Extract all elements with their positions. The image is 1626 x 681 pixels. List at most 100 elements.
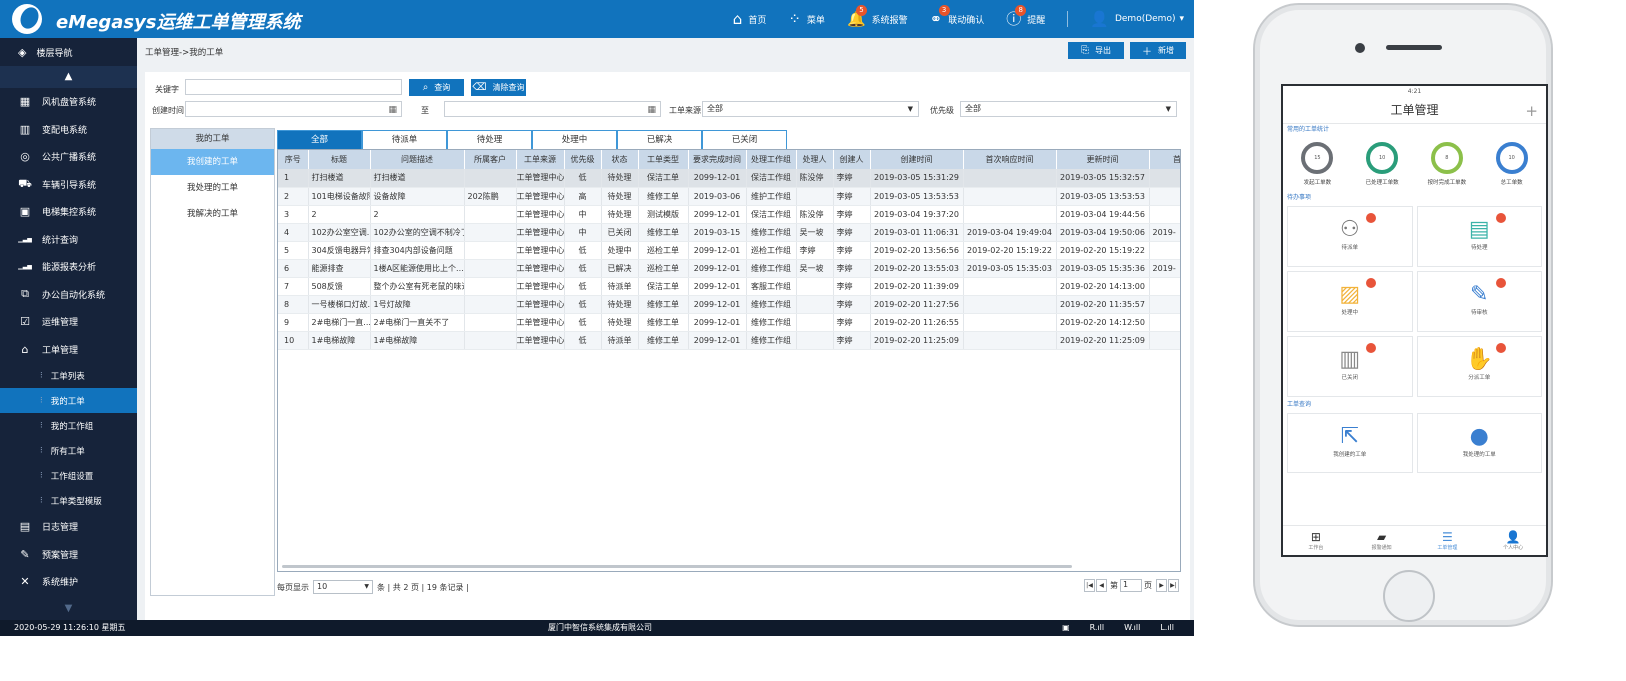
phone-task-3[interactable]: ✎ 待审核 bbox=[1416, 271, 1542, 332]
table-row[interactable]: 4 102办公室空调... 102办公室的空调不制冷了 工单管理中心中已关闭 维修工单 2… bbox=[278, 223, 1180, 242]
table-row[interactable]: 9 2#电梯门一直... 2#电梯门一直关不了 工单管理中心低待处理 维修工单 2099-… bbox=[278, 313, 1180, 332]
tab-5[interactable]: 已关闭 bbox=[702, 130, 787, 149]
priority-select[interactable]: 全部 ▼ bbox=[960, 101, 1177, 117]
phone-task-2[interactable]: ▨ 处理中 bbox=[1287, 271, 1413, 332]
per-page-select[interactable]: 10 ▼ bbox=[313, 580, 373, 594]
phone-query-0[interactable]: ⇱ 我创建的工单 bbox=[1287, 413, 1413, 473]
phone-task-0[interactable]: ⚇ 待派单 bbox=[1287, 206, 1413, 267]
nav-item-3[interactable]: ⚭ 3 联动确认 bbox=[930, 4, 984, 27]
scroll-down-icon[interactable]: ▼ bbox=[0, 598, 137, 620]
table-row[interactable]: 2 101电梯设备故障 设备故障 202陈鹏 工单管理中心高待处理 维修工单 2019-03… bbox=[278, 187, 1180, 206]
table-row[interactable]: 3 2 2 工单管理中心中待处理 测试模版 2099-12-01 保洁工作组 陈没停 李婷 201… bbox=[278, 205, 1180, 224]
phone-tab-3[interactable]: 👤 个人中心 bbox=[1480, 526, 1546, 555]
sidebar-subitem-5[interactable]: ⁝ 工单类型模版 bbox=[0, 488, 137, 513]
phone-task-5[interactable]: ✋ 分派工单 bbox=[1416, 336, 1542, 397]
floor-nav[interactable]: ◈ 楼层导航 bbox=[0, 38, 137, 66]
next-page-icon[interactable]: ▶ bbox=[1156, 579, 1167, 592]
first-page-icon[interactable]: |◀ bbox=[1084, 579, 1095, 592]
sidebar-subitem-2[interactable]: ⁝ 我的工作组 bbox=[0, 413, 137, 438]
column-header[interactable]: 状态 bbox=[601, 150, 639, 169]
sidebar-item-1[interactable]: ▥ 变配电系统 bbox=[0, 116, 137, 144]
phone-stat-3[interactable]: 10 总工单数 bbox=[1484, 142, 1540, 186]
sidebar-subitem-1[interactable]: ⁝ 我的工单 bbox=[0, 388, 137, 413]
tab-3[interactable]: 处理中 bbox=[532, 130, 617, 149]
tab-2[interactable]: 待处理 bbox=[447, 130, 532, 149]
column-header[interactable]: 问题描述 bbox=[370, 150, 465, 169]
phone-stat-2[interactable]: 8 按时完成工单数 bbox=[1419, 142, 1475, 186]
table-row[interactable]: 10 1#电梯故障 1#电梯故障 工单管理中心低待派单 维修工单 2099-12-01 维修… bbox=[278, 331, 1180, 350]
tab-4[interactable]: 已解决 bbox=[617, 130, 702, 149]
sidebar-item-9[interactable]: ⌂ 工单管理 bbox=[0, 336, 137, 364]
my-ticket-filter-0[interactable]: 我创建的工单 bbox=[151, 149, 274, 175]
column-header[interactable]: 创建时间 bbox=[870, 150, 964, 169]
phone-tab-2[interactable]: ☰ 工单管理 bbox=[1415, 526, 1481, 555]
tab-1[interactable]: 待派单 bbox=[362, 130, 447, 149]
phone-stat-1[interactable]: 10 已处理工单数 bbox=[1354, 142, 1410, 186]
table-row[interactable]: 7 508反馈 整个办公室有死老鼠的味道 工单管理中心低待派单 保洁工单 2099-12-… bbox=[278, 277, 1180, 296]
column-header[interactable]: 更新时间 bbox=[1056, 150, 1150, 169]
column-header[interactable]: 首次 bbox=[1149, 150, 1180, 169]
created-end-input[interactable]: ▦ bbox=[444, 101, 661, 117]
phone-tab-1[interactable]: ▰ 报警通知 bbox=[1349, 526, 1415, 555]
table-row[interactable]: 6 能源排查 1楼A区能源使用比上个... 工单管理中心低已解决 巡检工单 2099-12… bbox=[278, 259, 1180, 278]
sidebar-item-0[interactable]: ▦ 风机盘管系统 bbox=[0, 88, 137, 116]
nav-item-5[interactable]: 👤 Demo(Demo) ▾ bbox=[1090, 11, 1184, 27]
tab-0[interactable]: 全部 bbox=[277, 130, 362, 149]
sidebar-item-8[interactable]: ☑ 运维管理 bbox=[0, 308, 137, 336]
column-header[interactable]: 所属客户 bbox=[464, 150, 517, 169]
sidebar-item-3[interactable]: ⛟ 车辆引导系统 bbox=[0, 171, 137, 199]
sidebar-subitem-4[interactable]: ⁝ 工作组设置 bbox=[0, 463, 137, 488]
column-header[interactable]: 处理工作组 bbox=[746, 150, 797, 169]
sidebar-item-after-2[interactable]: ✕ 系统维护 bbox=[0, 568, 137, 596]
nav-item-4[interactable]: ⓘ 8 提醒 bbox=[1006, 4, 1045, 27]
column-header[interactable]: 序号 bbox=[278, 150, 309, 169]
prev-page-icon[interactable]: ◀ bbox=[1096, 579, 1107, 592]
column-header[interactable]: 工单类型 bbox=[638, 150, 689, 169]
phone-tab-0[interactable]: ⊞ 工作台 bbox=[1283, 526, 1349, 555]
new-button[interactable]: ＋ 新增 bbox=[1130, 42, 1186, 59]
horizontal-scrollbar[interactable] bbox=[282, 565, 1072, 568]
search-button[interactable]: ⌕ 查询 bbox=[409, 79, 464, 96]
column-header[interactable]: 要求完成时间 bbox=[688, 150, 747, 169]
column-header[interactable]: 处理人 bbox=[796, 150, 834, 169]
phone-task-1[interactable]: ▤ 待处理 bbox=[1416, 206, 1542, 267]
column-header[interactable]: 首次响应时间 bbox=[963, 150, 1057, 169]
phone-task-4[interactable]: ▥ 已关闭 bbox=[1287, 336, 1413, 397]
sidebar-subitem-0[interactable]: ⁝ 工单列表 bbox=[0, 363, 137, 388]
sidebar-subitem-3[interactable]: ⁝ 所有工单 bbox=[0, 438, 137, 463]
sidebar-item-5[interactable]: ▁▃▅ 统计查询 bbox=[0, 226, 137, 254]
calendar-icon[interactable]: ▦ bbox=[647, 103, 656, 117]
priority-label: 优先级 bbox=[930, 106, 954, 115]
my-ticket-filter-2[interactable]: 我解决的工单 bbox=[151, 201, 274, 227]
calendar-icon[interactable]: ▦ bbox=[388, 103, 397, 117]
sidebar-item-4[interactable]: ▣ 电梯集控系统 bbox=[0, 198, 137, 226]
export-button[interactable]: ⎘ 导出 bbox=[1068, 42, 1124, 59]
column-header[interactable]: 优先级 bbox=[564, 150, 602, 169]
nav-item-0[interactable]: ⌂ 首页 bbox=[733, 11, 767, 27]
table-row[interactable]: 1 打扫楼道 打扫楼道 工单管理中心低待处理 保洁工单 2099-12-01 保洁工作组 陈没… bbox=[278, 169, 1180, 188]
clear-search-button[interactable]: ⌫ 清除查询 bbox=[471, 79, 526, 96]
page-input[interactable]: 1 bbox=[1120, 579, 1142, 592]
created-start-input[interactable]: ▦ bbox=[185, 101, 402, 117]
my-ticket-filter-1[interactable]: 我处理的工单 bbox=[151, 175, 274, 201]
nav-item-2[interactable]: 🔔 5 系统报警 bbox=[847, 4, 908, 27]
column-header[interactable]: 工单来源 bbox=[516, 150, 565, 169]
sidebar-item-after-1[interactable]: ✎ 预案管理 bbox=[0, 541, 137, 569]
table-row[interactable]: 8 一号楼梯口灯故... 1号灯故障 工单管理中心低待处理 维修工单 2099-12-01… bbox=[278, 295, 1180, 314]
table-row[interactable]: 5 304反馈电器异常 排查304内部设备问题 工单管理中心低处理中 巡检工单 2099-… bbox=[278, 241, 1180, 260]
source-select[interactable]: 全部 ▼ bbox=[702, 101, 919, 117]
sidebar-item-2[interactable]: ◎ 公共广播系统 bbox=[0, 143, 137, 171]
column-header[interactable]: 标题 bbox=[308, 150, 371, 169]
phone-query-1[interactable]: ● 我处理的工单 bbox=[1416, 413, 1542, 473]
phone-stat-0[interactable]: 15 发起工单数 bbox=[1289, 142, 1345, 186]
sidebar-item-after-0[interactable]: ▤ 日志管理 bbox=[0, 513, 137, 541]
sidebar-item-7[interactable]: ⧉ 办公自动化系统 bbox=[0, 281, 137, 309]
sidebar-item-6[interactable]: ▁▃▅ 能源报表分析 bbox=[0, 253, 137, 281]
last-page-icon[interactable]: ▶| bbox=[1168, 579, 1179, 592]
plus-icon[interactable]: + bbox=[1525, 99, 1538, 123]
column-header[interactable]: 创建人 bbox=[833, 150, 871, 169]
home-button[interactable] bbox=[1383, 570, 1435, 622]
scroll-up-icon[interactable]: ▲ bbox=[0, 66, 137, 88]
nav-item-1[interactable]: ⁘ 菜单 bbox=[788, 11, 825, 27]
keyword-input[interactable] bbox=[185, 79, 402, 95]
